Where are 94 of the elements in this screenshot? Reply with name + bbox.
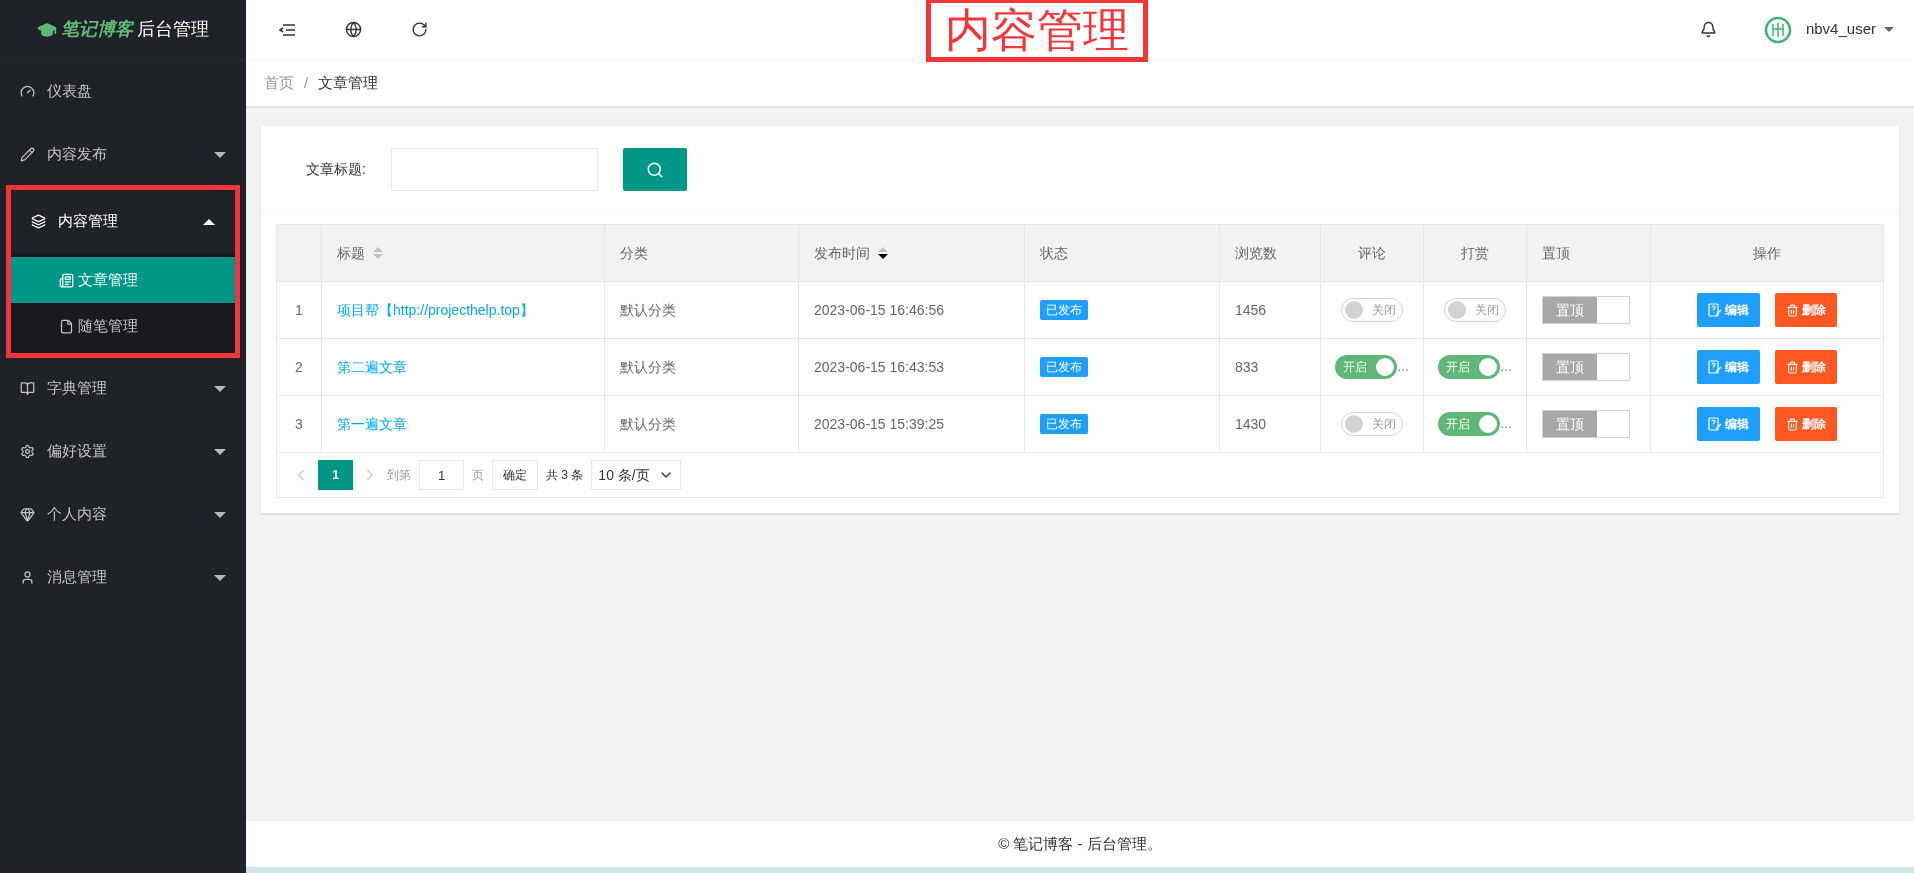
- refresh-icon[interactable]: [411, 21, 428, 38]
- toggle-switch[interactable]: 关闭: [1341, 412, 1403, 436]
- publish-time: 2023-06-15 16:46:56: [814, 300, 944, 320]
- pin-checkbox[interactable]: 置顶: [1542, 296, 1630, 324]
- goto-label: 到第: [387, 467, 411, 484]
- page-input[interactable]: 1: [419, 460, 464, 490]
- delete-button[interactable]: 删除: [1775, 350, 1837, 384]
- footer-text: © 笔记博客 - 后台管理。: [998, 833, 1162, 854]
- toggle-switch[interactable]: 开启: [1438, 355, 1500, 379]
- username[interactable]: nbv4_user: [1805, 18, 1876, 41]
- nav-item[interactable]: 字典管理: [0, 357, 246, 420]
- article-title-link[interactable]: 第二遍文章: [337, 356, 407, 378]
- row-number: 2: [295, 357, 303, 377]
- status-tag: 已发布: [1040, 300, 1088, 320]
- toggle-switch[interactable]: 关闭: [1444, 298, 1506, 322]
- trash-icon: [1786, 417, 1799, 431]
- pencil-icon: [20, 147, 35, 162]
- category-text: 默认分类: [620, 357, 676, 377]
- nav-item[interactable]: 仪表盘: [0, 60, 246, 123]
- overflow-ellipsis: …: [1500, 416, 1512, 433]
- file-icon: [59, 318, 74, 334]
- breadcrumb-link[interactable]: 首页: [264, 71, 294, 95]
- globe-icon[interactable]: [345, 21, 362, 38]
- article-title-link[interactable]: 第一遍文章: [337, 413, 407, 435]
- submenu-item[interactable]: 随笔管理: [11, 303, 235, 349]
- publish-time: 2023-06-15 15:39:25: [814, 414, 944, 434]
- column-header: 打赏: [1461, 243, 1489, 263]
- column-header: 标题: [337, 243, 365, 263]
- article-title-link[interactable]: 项目帮【http://projecthelp.top】: [337, 299, 534, 321]
- logo-brand: 笔记博客: [61, 18, 133, 41]
- column-header: 操作: [1753, 243, 1781, 263]
- sort-icon[interactable]: [878, 247, 888, 259]
- nav-item[interactable]: 内容发布: [0, 123, 246, 186]
- search-button[interactable]: [622, 148, 687, 191]
- notification-icon[interactable]: [1699, 21, 1717, 38]
- search-icon: [645, 160, 664, 179]
- delete-button[interactable]: 删除: [1775, 293, 1837, 327]
- edit-button[interactable]: 编辑: [1697, 350, 1760, 384]
- column-header: 发布时间: [814, 243, 870, 263]
- page-size-select[interactable]: 10 条/页: [591, 460, 681, 490]
- page-unit: 页: [472, 467, 484, 484]
- trash-icon: [1786, 303, 1799, 317]
- column-header: 分类: [620, 243, 648, 263]
- title-search-field[interactable]: [390, 148, 598, 191]
- column-header: 置顶: [1542, 243, 1570, 263]
- newspaper-icon: [59, 272, 74, 288]
- nav-item[interactable]: 内容管理: [11, 190, 235, 253]
- layers-icon: [31, 214, 46, 229]
- trash-icon: [1786, 360, 1799, 374]
- delete-button[interactable]: 删除: [1775, 407, 1837, 441]
- overflow-ellipsis: …: [1397, 359, 1409, 376]
- user-icon: [20, 570, 35, 585]
- logo-suffix: 后台管理: [137, 18, 209, 41]
- toggle-switch[interactable]: 关闭: [1341, 298, 1403, 322]
- overflow-ellipsis: …: [1500, 359, 1512, 376]
- toggle-switch[interactable]: 开启: [1438, 412, 1500, 436]
- pin-checkbox[interactable]: 置顶: [1542, 410, 1630, 438]
- column-header: 状态: [1040, 243, 1068, 263]
- search-label: 文章标题:: [306, 160, 366, 179]
- breadcrumb-separator: /: [304, 72, 309, 93]
- gauge-icon: [20, 84, 35, 99]
- toggle-switch[interactable]: 开启: [1335, 355, 1397, 379]
- user-caret-icon[interactable]: [1884, 27, 1894, 32]
- settings-icon: [20, 444, 35, 459]
- edit-icon: [1708, 417, 1722, 431]
- avatar-icon[interactable]: [1763, 15, 1792, 44]
- submenu-item[interactable]: 文章管理: [11, 257, 235, 303]
- confirm-button[interactable]: 确定: [492, 460, 538, 490]
- nav-item[interactable]: 偏好设置: [0, 420, 246, 483]
- book-icon: [20, 381, 35, 396]
- column-header: 评论: [1358, 243, 1386, 263]
- column-header: 浏览数: [1235, 243, 1277, 263]
- pin-checkbox[interactable]: 置顶: [1542, 353, 1630, 381]
- total-count: 共 3 条: [546, 467, 584, 484]
- category-text: 默认分类: [620, 414, 676, 434]
- row-number: 1: [295, 300, 303, 320]
- nav-item[interactable]: 消息管理: [0, 546, 246, 609]
- edit-button[interactable]: 编辑: [1697, 407, 1760, 441]
- edit-button[interactable]: 编辑: [1697, 293, 1760, 327]
- row-number: 3: [295, 414, 303, 434]
- edit-icon: [1708, 303, 1722, 317]
- menu-fold-icon[interactable]: [278, 21, 296, 38]
- status-tag: 已发布: [1040, 357, 1088, 377]
- breadcrumb-link[interactable]: 文章管理: [318, 71, 379, 95]
- gem-icon: [20, 507, 35, 522]
- publish-time: 2023-06-15 16:43:53: [814, 357, 944, 377]
- category-text: 默认分类: [620, 300, 676, 320]
- view-count: 1430: [1235, 414, 1267, 434]
- edit-icon: [1708, 360, 1722, 374]
- view-count: 1456: [1235, 300, 1267, 320]
- view-count: 833: [1235, 357, 1259, 377]
- status-tag: 已发布: [1040, 414, 1088, 434]
- page-button[interactable]: 1: [318, 460, 353, 490]
- nav-item[interactable]: 个人内容: [0, 483, 246, 546]
